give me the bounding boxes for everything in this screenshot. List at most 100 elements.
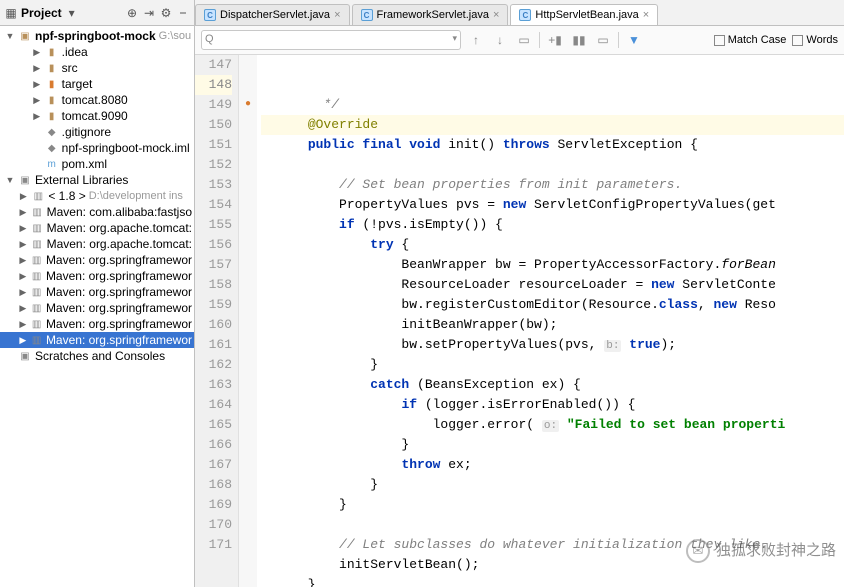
code-line[interactable]: bw.registerCustomEditor(Resource.class, … [261,295,844,315]
disclosure-arrow-icon[interactable]: ▶ [18,287,27,298]
words-checkbox[interactable]: Words [792,34,838,46]
close-icon[interactable]: × [334,9,340,21]
occurrences-button[interactable]: ▭ [515,31,533,49]
prev-match-button[interactable]: ↑ [467,31,485,49]
code-line[interactable]: if (!pvs.isEmpty()) { [261,215,844,235]
tree-item[interactable]: ▶▥Maven: org.apache.tomcat: [0,220,194,236]
code-line[interactable]: PropertyValues pvs = new ServletConfigPr… [261,195,844,215]
line-number[interactable]: 147 [195,55,232,75]
disclosure-arrow-icon[interactable]: ▶ [32,47,42,58]
collapse-icon[interactable]: ⇥ [142,6,156,20]
line-number[interactable]: 153 [195,175,232,195]
line-number[interactable]: 166 [195,435,232,455]
disclosure-arrow-icon[interactable]: ▶ [32,79,42,90]
code-line[interactable]: ResourceLoader resourceLoader = new Serv… [261,275,844,295]
line-number[interactable]: 169 [195,495,232,515]
tree-item[interactable]: ▶▮tomcat.8080 [0,92,194,108]
line-number[interactable]: 148 [195,75,232,95]
search-input[interactable] [201,30,461,50]
line-number[interactable]: 155 [195,215,232,235]
disclosure-arrow-icon[interactable]: ▶ [32,111,42,122]
code-line[interactable]: // Set bean properties from init paramet… [261,175,844,195]
disclosure-arrow-icon[interactable]: ▶ [18,191,28,202]
tree-item[interactable]: ◆npf-springboot-mock.iml [0,140,194,156]
tree-item[interactable]: ▶▮src [0,60,194,76]
disclosure-arrow-icon[interactable]: ▶ [32,95,42,106]
line-number[interactable]: 156 [195,235,232,255]
line-number[interactable]: 157 [195,255,232,275]
tree-item[interactable]: ▶▮target [0,76,194,92]
tree-item[interactable]: ▶▥Maven: org.apache.tomcat: [0,236,194,252]
line-number[interactable]: 164 [195,395,232,415]
code-line[interactable]: @Override [261,115,844,135]
tree-item[interactable]: ▶▥Maven: org.springframewor [0,300,194,316]
line-number[interactable]: 163 [195,375,232,395]
code-line[interactable]: throw ex; [261,455,844,475]
tree-item[interactable]: ▶▥< 1.8 > D:\development ins [0,188,194,204]
code-line[interactable]: if (logger.isErrorEnabled()) { [261,395,844,415]
line-number[interactable]: 167 [195,455,232,475]
line-number[interactable]: 162 [195,355,232,375]
disclosure-arrow-icon[interactable]: ▶ [18,239,27,250]
line-number[interactable]: 151 [195,135,232,155]
next-match-button[interactable]: ↓ [491,31,509,49]
code-line[interactable]: public final void init() throws ServletE… [261,135,844,155]
code-line[interactable]: logger.error( o: "Failed to set bean pro… [261,415,844,435]
close-icon[interactable]: × [643,9,649,21]
line-number[interactable]: 165 [195,415,232,435]
tree-item[interactable]: mpom.xml [0,156,194,172]
code-line[interactable]: */ [261,95,844,115]
select-all-button[interactable]: ▮▮ [570,31,588,49]
line-number[interactable]: 171 [195,535,232,555]
tree-item[interactable]: ▶▥Maven: org.springframewor [0,316,194,332]
scratches-and-consoles[interactable]: ▣Scratches and Consoles [0,348,194,364]
code-area[interactable]: 147148149150151152153154155156157158159 1… [195,55,844,587]
disclosure-arrow-icon[interactable]: ▶ [32,63,42,74]
code-line[interactable]: } [261,475,844,495]
tree-item[interactable]: ▶▥Maven: org.springframewor [0,284,194,300]
code-line[interactable]: BeanWrapper bw = PropertyAccessorFactory… [261,255,844,275]
code-line[interactable] [261,515,844,535]
code-line[interactable]: catch (BeansException ex) { [261,375,844,395]
disclosure-arrow-icon[interactable]: ▼ [5,31,15,41]
code-line[interactable]: bw.setPropertyValues(pvs, b: true); [261,335,844,355]
tree-item[interactable]: ▶▥Maven: org.springframewor [0,268,194,284]
line-number[interactable]: 152 [195,155,232,175]
disclosure-arrow-icon[interactable]: ▶ [18,319,27,330]
code-line[interactable]: } [261,495,844,515]
disclosure-arrow-icon[interactable]: ▼ [5,175,15,185]
tree-item[interactable]: ▶▥Maven: com.alibaba:fastjso [0,204,194,220]
tab-dispatcherservlet-java[interactable]: CDispatcherServlet.java× [195,4,350,25]
line-number[interactable]: 161 [195,335,232,355]
close-icon[interactable]: × [493,9,499,21]
disclosure-arrow-icon[interactable]: ▶ [18,255,27,266]
dropdown-caret-icon[interactable]: ▾ [65,6,79,20]
project-root[interactable]: ▼▣npf-springboot-mock G:\sou [0,28,194,44]
hide-icon[interactable]: ⎯ [176,6,190,20]
line-number[interactable]: 159 [195,295,232,315]
add-selection-button[interactable]: +▮ [546,31,564,49]
code-line[interactable]: initBeanWrapper(bw); [261,315,844,335]
gear-icon[interactable]: ⚙ [159,6,173,20]
tree-item[interactable]: ▶▥Maven: org.springframewor [0,332,194,348]
code-line[interactable] [261,155,844,175]
tree-item[interactable]: ▶▥Maven: org.springframewor [0,252,194,268]
external-libraries[interactable]: ▼▣External Libraries [0,172,194,188]
line-number[interactable]: 170 [195,515,232,535]
disclosure-arrow-icon[interactable]: ▶ [18,223,27,234]
line-number[interactable]: 154 [195,195,232,215]
line-number[interactable]: 150 [195,115,232,135]
line-number[interactable]: 149 [195,95,232,115]
line-number[interactable]: 158 [195,275,232,295]
search-history-caret-icon[interactable]: ▾ [452,33,457,44]
tree-item[interactable]: ▶▮.idea [0,44,194,60]
tab-httpservletbean-java[interactable]: CHttpServletBean.java× [510,4,658,25]
code-text[interactable]: */ @Override public final void init() th… [257,55,844,587]
code-line[interactable]: } [261,575,844,587]
tree-item[interactable]: ◆.gitignore [0,124,194,140]
disclosure-arrow-icon[interactable]: ▶ [18,271,27,282]
match-case-checkbox[interactable]: Match Case [714,34,787,46]
disclosure-arrow-icon[interactable]: ▶ [18,335,27,346]
filter-icon[interactable]: ▼ [625,31,643,49]
tree-item[interactable]: ▶▮tomcat.9090 [0,108,194,124]
